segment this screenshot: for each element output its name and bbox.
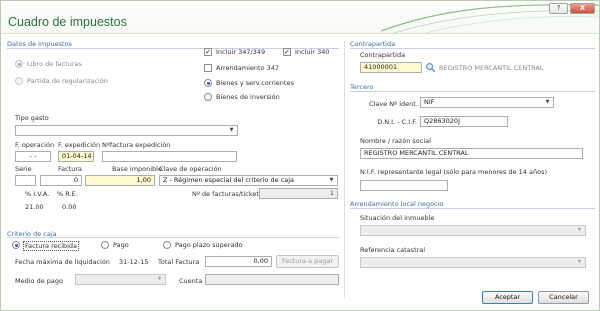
n-facturas-label: Nº de facturas/tickets: [192, 190, 263, 198]
medio-pago-label: Medio de pago: [15, 277, 63, 285]
referencia-select[interactable]: ▼: [360, 257, 586, 268]
re-label: % R.E.: [57, 190, 78, 198]
window-title: Cuadro de impuestos: [8, 15, 127, 29]
n-facturas-input[interactable]: 1: [259, 188, 338, 199]
tax-dialog-window: Cuadro de impuestos ? X Datos de impuest…: [0, 0, 600, 311]
clave-ident-label: Clave Nº ident.: [369, 100, 418, 108]
chevron-down-icon: ▼: [577, 259, 582, 265]
column-divider: [344, 41, 345, 299]
factura-recibida-radio[interactable]: [12, 241, 20, 249]
contrapartida-name: REGISTRO MERCANTIL CENTRAL: [439, 64, 544, 72]
referencia-label: Referencia catastral: [360, 246, 426, 254]
nombre-label: Nombre / razón social: [360, 137, 431, 145]
libro-facturas-label: Libro de facturas: [27, 60, 82, 68]
divider: [350, 48, 595, 49]
chevron-down-icon: ▼: [229, 127, 234, 133]
libro-facturas-radio[interactable]: [15, 60, 23, 68]
tipo-gasto-label: Tipo gasto: [15, 114, 49, 122]
factura-label: Factura: [58, 165, 83, 173]
fecha-max-label: Fecha máxima de liquidación: [15, 258, 110, 266]
clave-ident-value: NIF: [424, 98, 435, 106]
title-bar: Cuadro de impuestos ? X: [1, 1, 599, 34]
chevron-down-icon: ▼: [157, 276, 162, 282]
cuenta-input[interactable]: [205, 274, 339, 285]
chevron-down-icon: ▼: [329, 177, 334, 183]
clave-ident-select[interactable]: NIF ▼: [420, 97, 554, 108]
section-arrendamiento: Arrendamiento local negocio: [350, 200, 444, 208]
section-tercero: Tercero: [350, 83, 374, 91]
clave-operacion-value: Z - Régimen especial del criterio de caj…: [163, 176, 295, 184]
base-imponible-input[interactable]: 1,00: [85, 175, 155, 186]
incluir-340-checkbox[interactable]: ✓: [283, 48, 291, 56]
partida-regularizacion-radio[interactable]: [15, 77, 23, 85]
divider: [350, 91, 595, 92]
aceptar-button[interactable]: Aceptar: [482, 291, 533, 304]
f-expedicion-label: F. expedición: [58, 141, 101, 149]
bienes-serv-label: Bienes y serv.corrientes: [216, 79, 294, 87]
contrapartida-label: Contrapartida: [360, 51, 406, 59]
partida-regularizacion-label: Partida de regularización: [27, 77, 108, 85]
f-operacion-label: F. operación: [15, 141, 55, 149]
serie-input[interactable]: [15, 175, 36, 186]
iva-label: % I.V.A.: [25, 190, 50, 198]
nombre-input[interactable]: REGISTRO MERCANTIL CENTRAL: [360, 148, 583, 159]
dni-cif-input[interactable]: Q2863020J: [420, 116, 508, 127]
bienes-inversion-label: Bienes de inversión: [216, 93, 280, 101]
factura-recibida-label: Factura recibida: [23, 241, 80, 251]
n-factura-input[interactable]: [102, 151, 237, 162]
total-factura-input[interactable]: 0,00: [205, 256, 272, 267]
section-contrapartida: Contrapartida: [350, 40, 396, 48]
f-expedicion-input[interactable]: 01-04-14: [58, 151, 94, 162]
incluir-340-label: Incluir 340: [295, 48, 330, 56]
n-factura-label: Nºfactura expedición: [102, 141, 171, 149]
bienes-serv-radio[interactable]: [204, 79, 212, 87]
arrendamiento-347-label: Arrendamiento 347: [216, 64, 280, 72]
pago-plazo-radio[interactable]: [163, 241, 171, 249]
incluir-347-349-checkbox[interactable]: ✓: [204, 48, 212, 56]
situacion-label: Situación del inmueble: [360, 214, 435, 222]
divider: [7, 237, 339, 238]
pago-plazo-label: Pago plazo superado: [175, 241, 243, 249]
arrendamiento-347-checkbox[interactable]: [204, 64, 212, 72]
clave-operacion-label: Clave de operación: [159, 165, 222, 173]
situacion-select[interactable]: ▼: [360, 225, 586, 236]
bienes-inversion-radio[interactable]: [204, 93, 212, 101]
search-icon[interactable]: [425, 62, 436, 73]
base-imponible-label: Base imponible: [112, 165, 162, 173]
chevron-down-icon: ▼: [577, 227, 582, 233]
pago-radio[interactable]: [101, 241, 109, 249]
factura-input[interactable]: 0: [40, 175, 82, 186]
factura-a-pagar-button[interactable]: Factura a pagar: [276, 255, 339, 268]
nif-repr-label: N.I.F. representante legal (sólo para me…: [360, 168, 547, 176]
close-button[interactable]: X: [570, 3, 595, 14]
total-factura-label: Total Factura: [158, 258, 200, 266]
incluir-347-349-label: Incluir 347/349: [216, 48, 266, 56]
iva-value: 21.00: [25, 203, 44, 211]
pago-label: Pago: [113, 241, 129, 249]
dni-cif-label: D.N.I. - C.I.F.: [377, 118, 417, 126]
clave-operacion-select[interactable]: Z - Régimen especial del criterio de caj…: [159, 175, 338, 186]
cuenta-label: Cuenta: [179, 277, 203, 285]
medio-pago-select[interactable]: ▼: [75, 274, 166, 285]
f-operacion-input[interactable]: - -: [15, 151, 51, 162]
chevron-down-icon: ▼: [545, 99, 550, 105]
section-datos-impuestos: Datos de impuestos: [7, 40, 72, 48]
contrapartida-code-input[interactable]: 41000001: [360, 62, 422, 73]
serie-label: Serie: [15, 165, 32, 173]
fecha-max-value: 31-12-15: [119, 258, 149, 266]
re-value: 0.00: [62, 203, 77, 211]
divider: [350, 208, 595, 209]
nif-repr-input[interactable]: [360, 180, 448, 191]
cancelar-button[interactable]: Cancelar: [538, 291, 589, 304]
tipo-gasto-select[interactable]: ▼: [15, 125, 238, 136]
help-button[interactable]: ?: [549, 3, 568, 14]
